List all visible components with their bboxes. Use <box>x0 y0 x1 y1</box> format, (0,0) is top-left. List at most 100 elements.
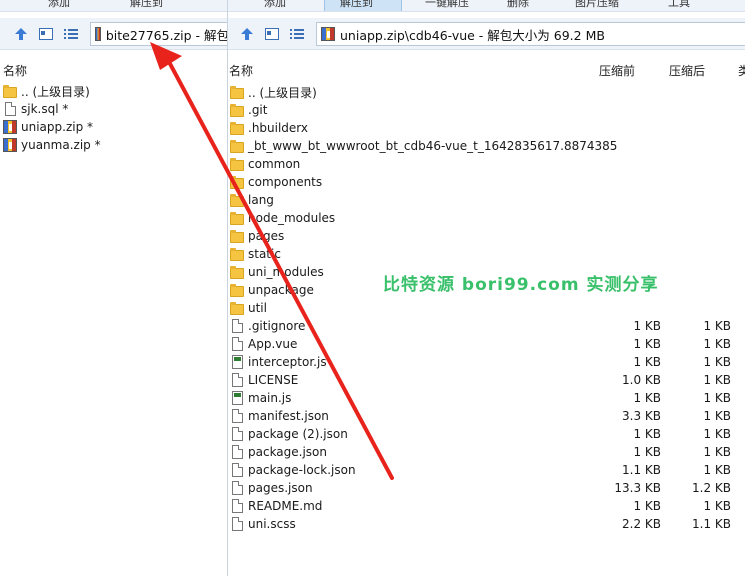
item-packed-size: 13.3 KB <box>614 481 661 495</box>
list-item[interactable]: .. (上级目录) <box>0 82 229 100</box>
item-packed-size: 1.1 KB <box>622 463 661 477</box>
table-row[interactable]: .. (上级目录) <box>228 83 745 101</box>
js-file-icon <box>232 355 243 369</box>
table-row[interactable]: _bt_www_bt_wwwroot_bt_cdb46-vue_t_164283… <box>228 137 745 155</box>
table-row[interactable]: .hbuilderx <box>228 119 745 137</box>
file-icon <box>232 445 243 459</box>
item-name: uniapp.zip * <box>21 120 94 134</box>
item-name: .. (上级目录) <box>21 84 90 99</box>
table-row[interactable]: LICENSE 1.0 KB 1 KB <box>228 371 745 389</box>
item-name: common <box>248 157 301 171</box>
item-name: pages <box>248 229 285 243</box>
toolbar-image-compress-button[interactable]: 图片压缩 <box>575 0 619 10</box>
file-icon <box>232 409 243 423</box>
item-name: .git <box>248 103 268 117</box>
table-row[interactable]: pages.json 13.3 KB 1.2 KB <box>228 479 745 497</box>
table-row[interactable]: main.js 1 KB 1 KB <box>228 389 745 407</box>
column-name-header[interactable]: 名称 <box>229 62 253 79</box>
item-size: 1 KB <box>703 499 731 513</box>
item-size: 1 KB <box>703 391 731 405</box>
toolbar-tools-button[interactable]: 工具 <box>668 0 690 10</box>
column-name-header[interactable]: 名称 <box>3 62 27 79</box>
item-size: 1 KB <box>703 463 731 477</box>
file-icon <box>232 427 243 441</box>
item-size: 1 KB <box>703 319 731 333</box>
list-item[interactable]: uniapp.zip * <box>0 118 229 136</box>
item-name: util <box>248 301 267 315</box>
item-packed-size: 1 KB <box>633 319 661 333</box>
view-details-icon[interactable] <box>263 25 281 43</box>
item-name: static <box>248 247 281 261</box>
item-name: package-lock.json <box>248 463 356 477</box>
file-icon <box>5 102 16 116</box>
view-details-icon[interactable] <box>37 25 55 43</box>
left-address-bar[interactable]: bite27765.zip - 解包 <box>90 22 230 46</box>
item-name: uni_modules <box>248 265 324 279</box>
column-size-header[interactable]: 压缩后 <box>669 62 705 79</box>
toolbar-add-button[interactable]: 添加 <box>264 0 286 10</box>
table-row[interactable]: components <box>228 173 745 191</box>
item-size: 1 KB <box>703 445 731 459</box>
toolbar-extract-button[interactable]: 解压到 <box>130 0 163 10</box>
item-name: manifest.json <box>248 409 329 423</box>
js-file-icon <box>232 391 243 405</box>
table-row[interactable]: pages <box>228 227 745 245</box>
zip-icon <box>95 27 104 41</box>
file-icon <box>232 517 243 531</box>
table-row[interactable]: interceptor.js 1 KB 1 KB <box>228 353 745 371</box>
column-packed-header[interactable]: 压缩前 <box>599 62 635 79</box>
item-name: interceptor.js <box>248 355 327 369</box>
table-row[interactable]: README.md 1 KB 1 KB <box>228 497 745 515</box>
zip-icon <box>3 120 17 134</box>
zip-icon <box>3 138 17 152</box>
folder-icon <box>230 265 244 279</box>
table-row[interactable]: App.vue 1 KB 1 KB <box>228 335 745 353</box>
right-address-bar[interactable]: uniapp.zip\cdb46-vue - 解包大小为 69.2 MB <box>316 22 745 46</box>
item-name: .gitignore <box>248 319 306 333</box>
item-name: App.vue <box>248 337 298 351</box>
table-row[interactable]: static <box>228 245 745 263</box>
toolbar-delete-button[interactable]: 删除 <box>507 0 529 10</box>
right-nav-bar: uniapp.zip\cdb46-vue - 解包大小为 69.2 MB <box>228 18 745 50</box>
folder-icon <box>230 175 244 189</box>
up-arrow-icon[interactable] <box>238 25 256 43</box>
column-extra-header[interactable]: 类 <box>738 62 745 79</box>
right-toolbar: 添加 解压到 一键解压 删除 图片压缩 工具 <box>228 0 745 12</box>
folder-icon <box>3 84 17 98</box>
toolbar-one-click-extract-button[interactable]: 一键解压 <box>425 0 469 10</box>
table-row[interactable]: package.json 1 KB 1 KB <box>228 443 745 461</box>
folder-icon <box>230 121 244 135</box>
table-row[interactable]: manifest.json 3.3 KB 1 KB <box>228 407 745 425</box>
toolbar-add-button[interactable]: 添加 <box>48 0 70 10</box>
table-row[interactable]: util <box>228 299 745 317</box>
item-name: pages.json <box>248 481 313 495</box>
item-name: README.md <box>248 499 323 513</box>
toolbar-extract-button[interactable]: 解压到 <box>340 0 373 10</box>
zip-icon <box>321 27 335 41</box>
view-list-icon[interactable] <box>288 25 306 43</box>
view-list-icon[interactable] <box>62 25 80 43</box>
table-row[interactable]: lang <box>228 191 745 209</box>
item-name: .hbuilderx <box>248 121 309 135</box>
item-name: .. (上级目录) <box>248 85 317 100</box>
table-row[interactable]: package-lock.json 1.1 KB 1 KB <box>228 461 745 479</box>
table-row[interactable]: common <box>228 155 745 173</box>
list-item[interactable]: yuanma.zip * <box>0 136 229 154</box>
up-arrow-icon[interactable] <box>12 25 30 43</box>
item-name: unpackage <box>248 283 314 297</box>
item-name: _bt_www_bt_wwwroot_bt_cdb46-vue_t_164283… <box>248 139 618 153</box>
table-row[interactable]: package (2).json 1 KB 1 KB <box>228 425 745 443</box>
right-address-text: uniapp.zip\cdb46-vue - 解包大小为 69.2 MB <box>340 27 605 43</box>
list-item[interactable]: sjk.sql * <box>0 100 229 118</box>
left-archive-window: 添加 解压到 bite27765.zip - 解包 名称 .. (上级目录) sj… <box>0 0 230 576</box>
table-row[interactable]: node_modules <box>228 209 745 227</box>
item-packed-size: 1 KB <box>633 355 661 369</box>
table-row[interactable]: uni.scss 2.2 KB 1.1 KB <box>228 515 745 533</box>
item-packed-size: 2.2 KB <box>622 517 661 531</box>
table-row[interactable]: .git <box>228 101 745 119</box>
item-name: lang <box>248 193 274 207</box>
file-icon <box>232 337 243 351</box>
table-row[interactable]: .gitignore 1 KB 1 KB <box>228 317 745 335</box>
folder-icon <box>230 103 244 117</box>
item-name: node_modules <box>248 211 336 225</box>
